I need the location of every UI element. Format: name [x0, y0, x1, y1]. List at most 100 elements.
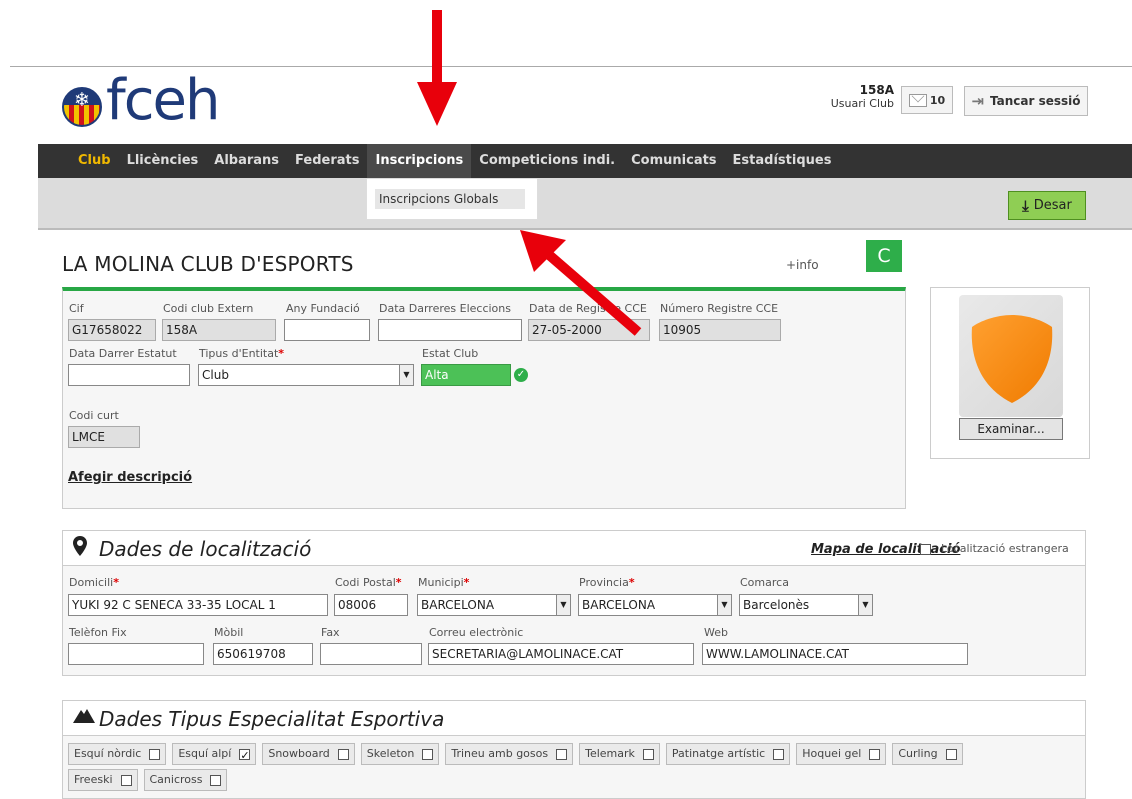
nav-item-comunicats[interactable]: Comunicats: [623, 144, 724, 178]
data-registre-field[interactable]: 27-05-2000: [528, 319, 650, 341]
nav-item-estadistiques[interactable]: Estadístiques: [725, 144, 840, 178]
specialty-checkbox[interactable]: [773, 748, 785, 760]
mobil-field[interactable]: 650619708: [213, 643, 313, 665]
comarca-select[interactable]: Barcelonès ▼: [739, 594, 873, 616]
data-eleccions-label: Data Darreres Eleccions: [379, 302, 511, 315]
chevron-down-icon[interactable]: ▼: [858, 595, 872, 615]
download-icon: ⤓: [1022, 196, 1029, 215]
location-section-header: Dades de localització Mapa de localitzac…: [62, 530, 1086, 566]
action-toolbar: [38, 178, 1132, 230]
specialty-trineu[interactable]: Trineu amb gosos: [445, 743, 574, 765]
save-label: Desar: [1033, 198, 1072, 213]
specialty-telemark[interactable]: Telemark: [579, 743, 660, 765]
data-estatut-label: Data Darrer Estatut: [69, 347, 177, 360]
cif-field[interactable]: G17658022: [68, 319, 156, 341]
numero-registre-field[interactable]: 10905: [659, 319, 781, 341]
web-field[interactable]: WWW.LAMOLINACE.CAT: [702, 643, 968, 665]
chevron-down-icon[interactable]: ▼: [556, 595, 570, 615]
chevron-down-icon[interactable]: ▼: [399, 365, 413, 385]
more-info-link[interactable]: +info: [786, 258, 819, 272]
specialty-checkbox[interactable]: [210, 774, 222, 786]
specialty-label: Esquí alpí: [178, 747, 232, 760]
codi-curt-field[interactable]: LMCE: [68, 426, 140, 448]
fceh-logo[interactable]: ❄ fceh: [62, 68, 220, 133]
codi-extern-field[interactable]: 158A: [162, 319, 276, 341]
inscripcions-dropdown: Inscripcions Globals: [366, 178, 538, 220]
user-role: Usuari Club: [830, 97, 894, 110]
specialty-checkbox[interactable]: [869, 748, 881, 760]
shield-icon: [971, 315, 1053, 403]
save-button[interactable]: ⤓ Desar: [1008, 191, 1086, 220]
telefon-field[interactable]: [68, 643, 204, 665]
specialty-skeleton[interactable]: Skeleton: [360, 743, 440, 765]
specialty-checkbox[interactable]: [149, 748, 161, 760]
correu-label: Correu electrònic: [429, 626, 524, 639]
email-field[interactable]: SECRETARIA@LAMOLINACE.CAT: [428, 643, 694, 665]
header-divider: [10, 66, 1132, 67]
location-section-title: Dades de localització: [99, 537, 312, 561]
any-fundacio-field[interactable]: [284, 319, 370, 341]
municipi-value: BARCELONA: [421, 598, 495, 612]
specialty-label: Snowboard: [268, 747, 330, 760]
foreign-location-checkbox[interactable]: [920, 543, 931, 555]
chevron-down-icon[interactable]: ▼: [717, 595, 731, 615]
specialty-esqui-alpi[interactable]: Esquí alpí: [172, 743, 257, 766]
logout-button[interactable]: ⇥ Tancar sessió: [964, 86, 1088, 116]
specialty-checkbox[interactable]: [337, 748, 349, 760]
specialty-patinatge[interactable]: Patinatge artístic: [665, 743, 791, 765]
dropdown-item-inscripcions-globals[interactable]: Inscripcions Globals: [375, 189, 525, 209]
codi-postal-field[interactable]: 08006: [334, 594, 408, 616]
user-code: 158A: [859, 83, 894, 97]
data-eleccions-field[interactable]: [378, 319, 522, 341]
specialty-checkbox[interactable]: [556, 748, 568, 760]
logout-label: Tancar sessió: [990, 94, 1081, 108]
mobil-label: Mòbil: [214, 626, 244, 639]
tipus-entitat-select[interactable]: Club ▼: [198, 364, 414, 386]
specialty-snowboard[interactable]: Snowboard: [262, 743, 355, 765]
logo-preview: [959, 295, 1063, 417]
browse-button[interactable]: Examinar...: [959, 418, 1063, 440]
specialty-checkbox[interactable]: [422, 748, 434, 760]
nav-item-competicions[interactable]: Competicions indi.: [471, 144, 623, 178]
specialty-checkbox[interactable]: [239, 746, 251, 766]
fax-field[interactable]: [320, 643, 422, 665]
logo-emblem-icon: ❄: [62, 87, 102, 127]
data-estatut-field[interactable]: [68, 364, 190, 386]
specialty-curling[interactable]: Curling: [892, 743, 963, 765]
provincia-select[interactable]: BARCELONA ▼: [578, 594, 732, 616]
specialty-canicross[interactable]: Canicross: [143, 769, 228, 791]
specialty-hoquei[interactable]: Hoquei gel: [796, 743, 887, 765]
domicili-label: Domicili*: [69, 576, 119, 589]
codi-postal-label: Codi Postal*: [335, 576, 402, 589]
mountain-icon: [73, 706, 95, 729]
logo-text: fceh: [106, 68, 220, 133]
domicili-field[interactable]: YUKI 92 C SENECA 33-35 LOCAL 1: [68, 594, 328, 616]
specialty-freeski[interactable]: Freeski: [68, 769, 138, 791]
specialty-checkbox[interactable]: [945, 748, 957, 760]
specialty-checkbox[interactable]: [642, 748, 654, 760]
logo-upload-panel: Examinar...: [930, 287, 1090, 459]
nav-item-albarans[interactable]: Albarans: [206, 144, 287, 178]
nav-item-inscripcions[interactable]: Inscripcions: [367, 144, 472, 178]
user-info: 158A Usuari Club: [830, 83, 894, 111]
specialties-section-header: Dades Tipus Especialitat Esportiva: [62, 700, 1086, 736]
specialty-label: Canicross: [149, 773, 203, 786]
nav-item-club[interactable]: Club: [70, 144, 119, 178]
main-navbar: Club Llicències Albarans Federats Inscri…: [38, 144, 1132, 178]
messages-button[interactable]: 10: [901, 86, 953, 114]
foreign-location-label: Localització estrangera: [941, 542, 1069, 555]
specialties-row-2: Freeski Canicross: [68, 769, 228, 791]
foreign-location-toggle[interactable]: Localització estrangera: [920, 542, 1069, 555]
nav-item-llicencies[interactable]: Llicències: [119, 144, 207, 178]
club-type-badge: C: [866, 240, 902, 272]
municipi-select[interactable]: BARCELONA ▼: [417, 594, 571, 616]
specialties-section-title: Dades Tipus Especialitat Esportiva: [99, 707, 445, 731]
specialty-label: Curling: [898, 747, 938, 760]
specialty-esqui-nordic[interactable]: Esquí nòrdic: [68, 743, 167, 765]
nav-item-federats[interactable]: Federats: [287, 144, 367, 178]
specialty-label: Freeski: [74, 773, 113, 786]
add-description-link[interactable]: Afegir descripció: [68, 470, 192, 485]
check-circle-icon: ✓: [514, 368, 528, 382]
comarca-value: Barcelonès: [743, 598, 810, 612]
specialty-checkbox[interactable]: [120, 774, 132, 786]
